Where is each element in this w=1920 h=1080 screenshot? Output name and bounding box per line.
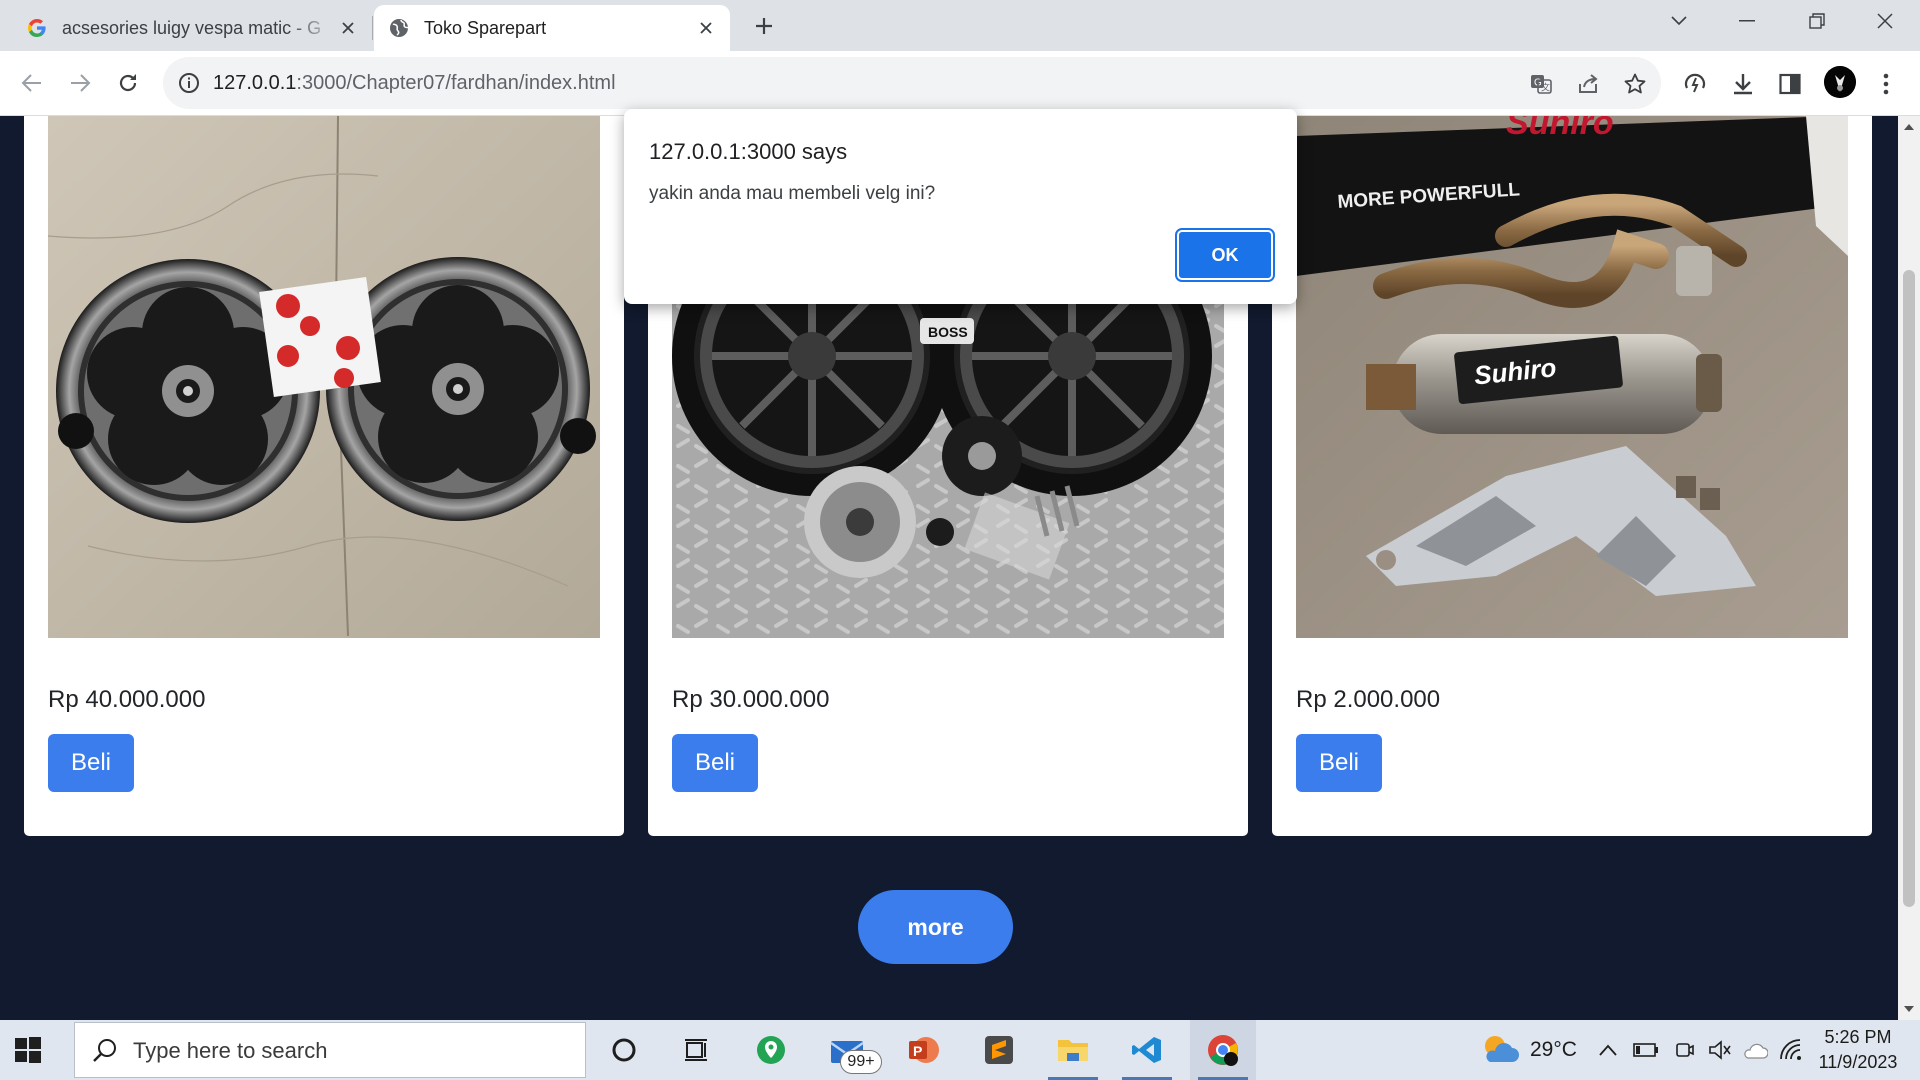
tab-toko-sparepart[interactable]: Toko Sparepart — [374, 5, 730, 51]
close-icon — [1877, 13, 1893, 29]
scroll-up-arrow-icon — [1904, 124, 1914, 130]
translate-icon[interactable]: G文 — [1528, 71, 1554, 97]
clock-date: 11/9/2023 — [1818, 1052, 1898, 1072]
taskbar-app-powerpoint[interactable]: P — [890, 1020, 956, 1080]
product-card: Suhiro MORE POWERFULL Suhiro Rp 2.000.00… — [1272, 116, 1872, 836]
dialog-title: 127.0.0.1:3000 says — [649, 139, 848, 164]
folder-icon — [1058, 1040, 1088, 1061]
chevron-down-icon — [1671, 16, 1687, 26]
taskbar-app-sublime[interactable] — [966, 1020, 1032, 1080]
battery-icon[interactable] — [1632, 1036, 1660, 1064]
back-button[interactable] — [14, 65, 50, 101]
buy-button[interactable]: Beli — [1296, 734, 1382, 792]
sublime-text-icon — [985, 1036, 1013, 1064]
close-tab-icon[interactable] — [696, 18, 716, 38]
taskbar-app-vscode[interactable] — [1114, 1020, 1180, 1080]
performance-icon[interactable] — [1680, 69, 1710, 99]
close-window-button[interactable] — [1862, 0, 1908, 42]
tab-search-dropdown[interactable] — [1656, 0, 1702, 42]
map-pin-app-icon — [757, 1036, 785, 1064]
share-icon[interactable] — [1575, 71, 1601, 97]
restore-icon — [1809, 13, 1825, 29]
taskbar-app-file-explorer[interactable] — [1040, 1020, 1106, 1080]
bookmark-star-icon[interactable] — [1622, 71, 1648, 97]
page-scrollbar[interactable] — [1898, 116, 1920, 1020]
search-placeholder: Type here to search — [133, 1038, 328, 1063]
url-path: :3000/Chapter07/fardhan/index.html — [296, 72, 616, 94]
url-text[interactable]: 127.0.0.1:3000/Chapter07/fardhan/index.h… — [213, 57, 616, 109]
forward-button[interactable] — [62, 65, 98, 101]
svg-text:Suhiro: Suhiro — [1506, 116, 1614, 142]
weather-temperature[interactable]: 29°C — [1530, 1020, 1577, 1080]
restore-button[interactable] — [1794, 0, 1840, 42]
ok-button[interactable]: OK — [1175, 228, 1275, 282]
chrome-icon — [1208, 1035, 1238, 1066]
scroll-down-arrow-icon — [1904, 1006, 1914, 1012]
tab-separator — [372, 16, 373, 40]
mail-unread-badge: 99+ — [840, 1050, 882, 1074]
product-price: Rp 2.000.000 — [1296, 686, 1441, 713]
plus-icon — [756, 18, 772, 34]
product-card: Rp 40.000.000 Beli — [24, 116, 624, 836]
windows-start-icon[interactable] — [14, 1036, 42, 1064]
cortana-button[interactable] — [591, 1020, 657, 1080]
show-hidden-icons-chevron-up-icon[interactable] — [1594, 1036, 1622, 1064]
browser-tab-strip: acsesories luigy vespa matic - G Toko Sp… — [0, 0, 1920, 51]
alert-dialog: 127.0.0.1:3000 says yakin anda mau membe… — [624, 109, 1297, 304]
close-tab-icon[interactable] — [338, 18, 358, 38]
new-tab-button[interactable] — [748, 10, 780, 42]
minimize-button[interactable] — [1724, 0, 1770, 42]
download-icon[interactable] — [1728, 69, 1758, 99]
weather-partly-cloudy-icon[interactable] — [1480, 1032, 1520, 1068]
minimize-icon — [1739, 20, 1755, 22]
svg-text:P: P — [913, 1043, 922, 1059]
scroll-thumb[interactable] — [1903, 270, 1915, 907]
buy-button[interactable]: Beli — [672, 734, 758, 792]
tab-title: acsesories luigy vespa matic - G — [62, 17, 322, 38]
taskbar-app-maps[interactable] — [738, 1020, 804, 1080]
vscode-icon — [1132, 1037, 1161, 1063]
speaker-muted-icon[interactable] — [1706, 1036, 1734, 1064]
google-g-icon — [26, 17, 48, 39]
buy-button[interactable]: Beli — [48, 734, 134, 792]
suhiro-exhaust-muffler-kit-photo: Suhiro MORE POWERFULL Suhiro — [1296, 116, 1848, 638]
chrome-menu-icon[interactable] — [1871, 69, 1901, 99]
clock-time: 5:26 PM — [1824, 1027, 1892, 1047]
product-price: Rp 40.000.000 — [48, 686, 206, 713]
globe-icon — [388, 17, 410, 39]
reload-icon — [119, 74, 137, 92]
profile-avatar[interactable] — [1824, 66, 1856, 98]
search-icon — [93, 1039, 116, 1062]
windows-taskbar: Type here to search 99+ P 29°C 5:26 PM 1… — [0, 1020, 1920, 1080]
site-info-icon[interactable] — [177, 71, 201, 95]
taskbar-search-box[interactable]: Type here to search — [74, 1022, 586, 1078]
svg-text:BOSS: BOSS — [928, 324, 968, 340]
address-bar[interactable]: 127.0.0.1:3000/Chapter07/fardhan/index.h… — [163, 57, 1661, 109]
url-host: 127.0.0.1 — [213, 72, 297, 94]
system-clock[interactable]: 5:26 PM 11/9/2023 — [1806, 1025, 1910, 1075]
cortana-circle-icon — [612, 1038, 636, 1062]
meet-now-camera-icon[interactable] — [1670, 1036, 1698, 1064]
arrow-right-icon — [71, 74, 91, 92]
arrow-left-icon — [21, 74, 41, 92]
task-view-icon — [685, 1039, 707, 1061]
more-button[interactable]: more — [858, 890, 1013, 964]
wifi-icon[interactable] — [1776, 1036, 1804, 1064]
tab-google-search[interactable]: acsesories luigy vespa matic - G — [12, 5, 372, 51]
onedrive-cloud-icon[interactable] — [1741, 1036, 1769, 1064]
black-silver-five-hole-vespa-wheels-photo — [48, 116, 600, 638]
task-view-button[interactable] — [663, 1020, 729, 1080]
browser-toolbar: 127.0.0.1:3000/Chapter07/fardhan/index.h… — [0, 51, 1920, 116]
product-price: Rp 30.000.000 — [672, 686, 830, 713]
side-panel-icon[interactable] — [1775, 69, 1805, 99]
powerpoint-icon: P — [909, 1037, 939, 1063]
taskbar-app-chrome[interactable] — [1190, 1020, 1256, 1080]
svg-text:文: 文 — [1541, 82, 1550, 93]
reload-button[interactable] — [110, 65, 146, 101]
dialog-message: yakin anda mau membeli velg ini? — [649, 183, 936, 204]
tab-title: Toko Sparepart — [424, 17, 547, 38]
